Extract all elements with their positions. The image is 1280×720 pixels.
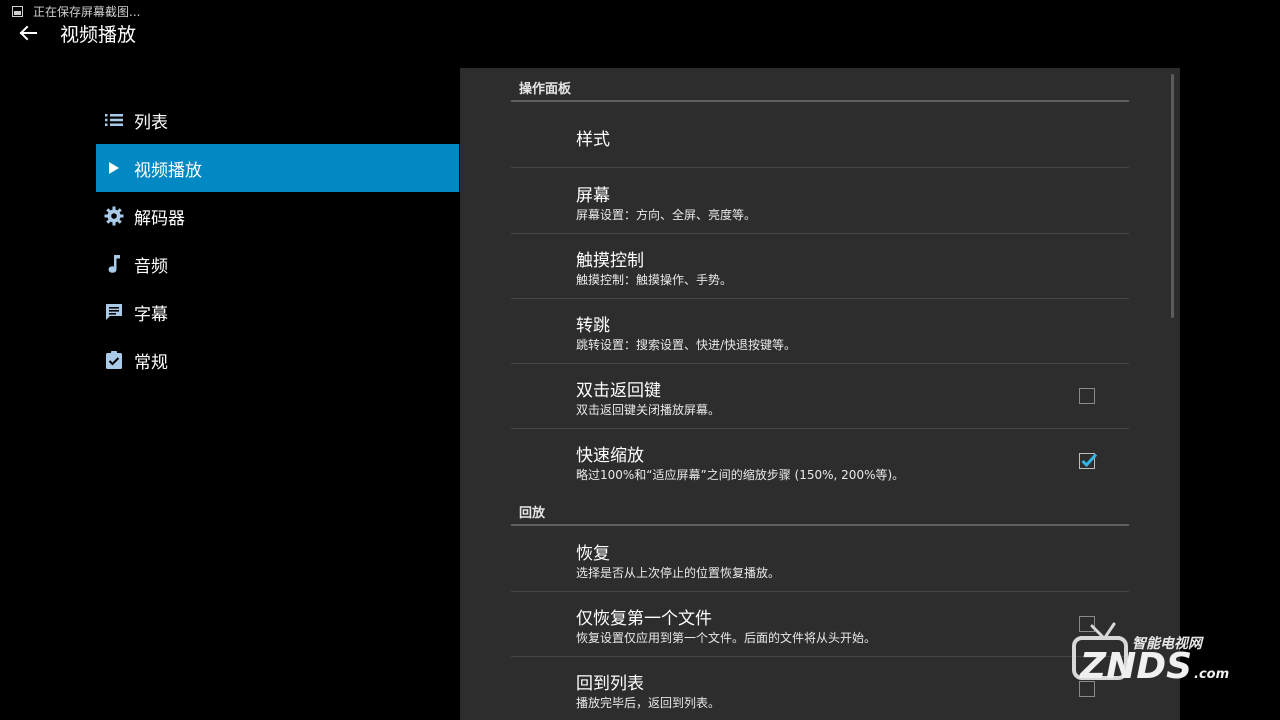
pref-seek[interactable]: 转跳 跳转设置：搜索设置、快进/快退按键等。 bbox=[511, 299, 1129, 364]
arrow-left-icon bbox=[19, 25, 37, 41]
back-button[interactable] bbox=[18, 23, 38, 43]
sidebar-item-label: 常规 bbox=[134, 352, 168, 373]
sidebar-item-audio[interactable]: 音频 bbox=[96, 240, 459, 288]
sidebar-item-label: 列表 bbox=[134, 112, 168, 133]
sidebar-item-video-playback[interactable]: 视频播放 bbox=[96, 144, 459, 192]
watermark-suffix: .com bbox=[1194, 667, 1229, 682]
znds-watermark-logo: 智能电视网 ZNDS .com bbox=[1066, 612, 1236, 690]
app-bar: 视频播放 bbox=[0, 22, 137, 46]
image-icon bbox=[12, 5, 23, 17]
double-back-checkbox[interactable] bbox=[1079, 388, 1095, 404]
subtitle-message-icon bbox=[104, 302, 124, 322]
category-operation-panel: 操作面板 bbox=[511, 68, 1129, 102]
pref-summary: 屏幕设置：方向、全屏、亮度等。 bbox=[576, 208, 757, 222]
sidebar-item-decoder[interactable]: 解码器 bbox=[96, 192, 459, 240]
pref-back-to-list[interactable]: 回到列表 播放完毕后，返回到列表。 bbox=[511, 657, 1129, 720]
pref-style[interactable]: 样式 bbox=[511, 103, 1129, 168]
music-note-icon bbox=[104, 254, 124, 274]
pref-screen[interactable]: 屏幕 屏幕设置：方向、全屏、亮度等。 bbox=[511, 169, 1129, 234]
pref-resume-first-only[interactable]: 仅恢复第一个文件 恢复设置仅应用到第一个文件。后面的文件将从头开始。 bbox=[511, 592, 1129, 657]
pref-summary: 选择是否从上次停止的位置恢复播放。 bbox=[576, 566, 781, 580]
pref-touch-control[interactable]: 触摸控制 触摸控制：触摸操作、手势。 bbox=[511, 234, 1129, 299]
pref-title: 快速缩放 bbox=[576, 446, 644, 466]
category-playback: 回放 bbox=[511, 492, 1129, 526]
play-icon bbox=[104, 158, 124, 178]
pref-title: 双击返回键 bbox=[576, 381, 661, 401]
gear-icon bbox=[104, 206, 124, 226]
pref-title: 回到列表 bbox=[576, 674, 644, 694]
page-title: 视频播放 bbox=[60, 23, 137, 46]
clipboard-check-icon bbox=[104, 350, 124, 370]
pref-double-back[interactable]: 双击返回键 双击返回键关闭播放屏幕。 bbox=[511, 364, 1129, 429]
pref-title: 触摸控制 bbox=[576, 251, 644, 271]
pref-summary: 播放完毕后，返回到列表。 bbox=[576, 696, 721, 710]
pref-title: 屏幕 bbox=[576, 186, 610, 206]
scrollbar[interactable] bbox=[1171, 74, 1174, 318]
pref-title: 转跳 bbox=[576, 316, 610, 336]
pref-summary: 双击返回键关闭播放屏幕。 bbox=[576, 403, 721, 417]
pref-title: 恢复 bbox=[576, 544, 610, 564]
pref-quick-zoom[interactable]: 快速缩放 略过100%和“适应屏幕”之间的缩放步骤 (150%, 200%等)。 bbox=[511, 429, 1129, 494]
pref-summary: 跳转设置：搜索设置、快进/快退按键等。 bbox=[576, 338, 797, 352]
pref-summary: 触摸控制：触摸操作、手势。 bbox=[576, 273, 733, 287]
watermark-brand: ZNDS bbox=[1079, 646, 1192, 687]
category-label: 操作面板 bbox=[519, 82, 572, 97]
sidebar-item-label: 解码器 bbox=[134, 208, 185, 229]
checkmark-icon bbox=[1081, 453, 1098, 468]
pref-summary: 恢复设置仅应用到第一个文件。后面的文件将从头开始。 bbox=[576, 631, 877, 645]
pref-title: 样式 bbox=[576, 130, 610, 150]
status-bar: 正在保存屏幕截图... bbox=[0, 0, 1280, 22]
sidebar-item-label: 字幕 bbox=[134, 304, 168, 325]
status-text: 正在保存屏幕截图... bbox=[33, 4, 141, 19]
sidebar-item-general[interactable]: 常规 bbox=[96, 336, 459, 384]
list-icon bbox=[104, 110, 124, 130]
sidebar-item-subtitles[interactable]: 字幕 bbox=[96, 288, 459, 336]
sidebar-item-list[interactable]: 列表 bbox=[96, 96, 459, 144]
category-label: 回放 bbox=[519, 506, 546, 521]
sidebar: 列表 视频播放 解码器 音频 字幕 常规 bbox=[96, 96, 459, 384]
quick-zoom-checkbox[interactable] bbox=[1079, 453, 1098, 469]
pref-summary: 略过100%和“适应屏幕”之间的缩放步骤 (150%, 200%等)。 bbox=[576, 468, 905, 482]
sidebar-item-label: 视频播放 bbox=[134, 160, 202, 181]
sidebar-item-label: 音频 bbox=[134, 256, 168, 277]
pref-resume[interactable]: 恢复 选择是否从上次停止的位置恢复播放。 bbox=[511, 527, 1129, 592]
pref-title: 仅恢复第一个文件 bbox=[576, 609, 712, 629]
